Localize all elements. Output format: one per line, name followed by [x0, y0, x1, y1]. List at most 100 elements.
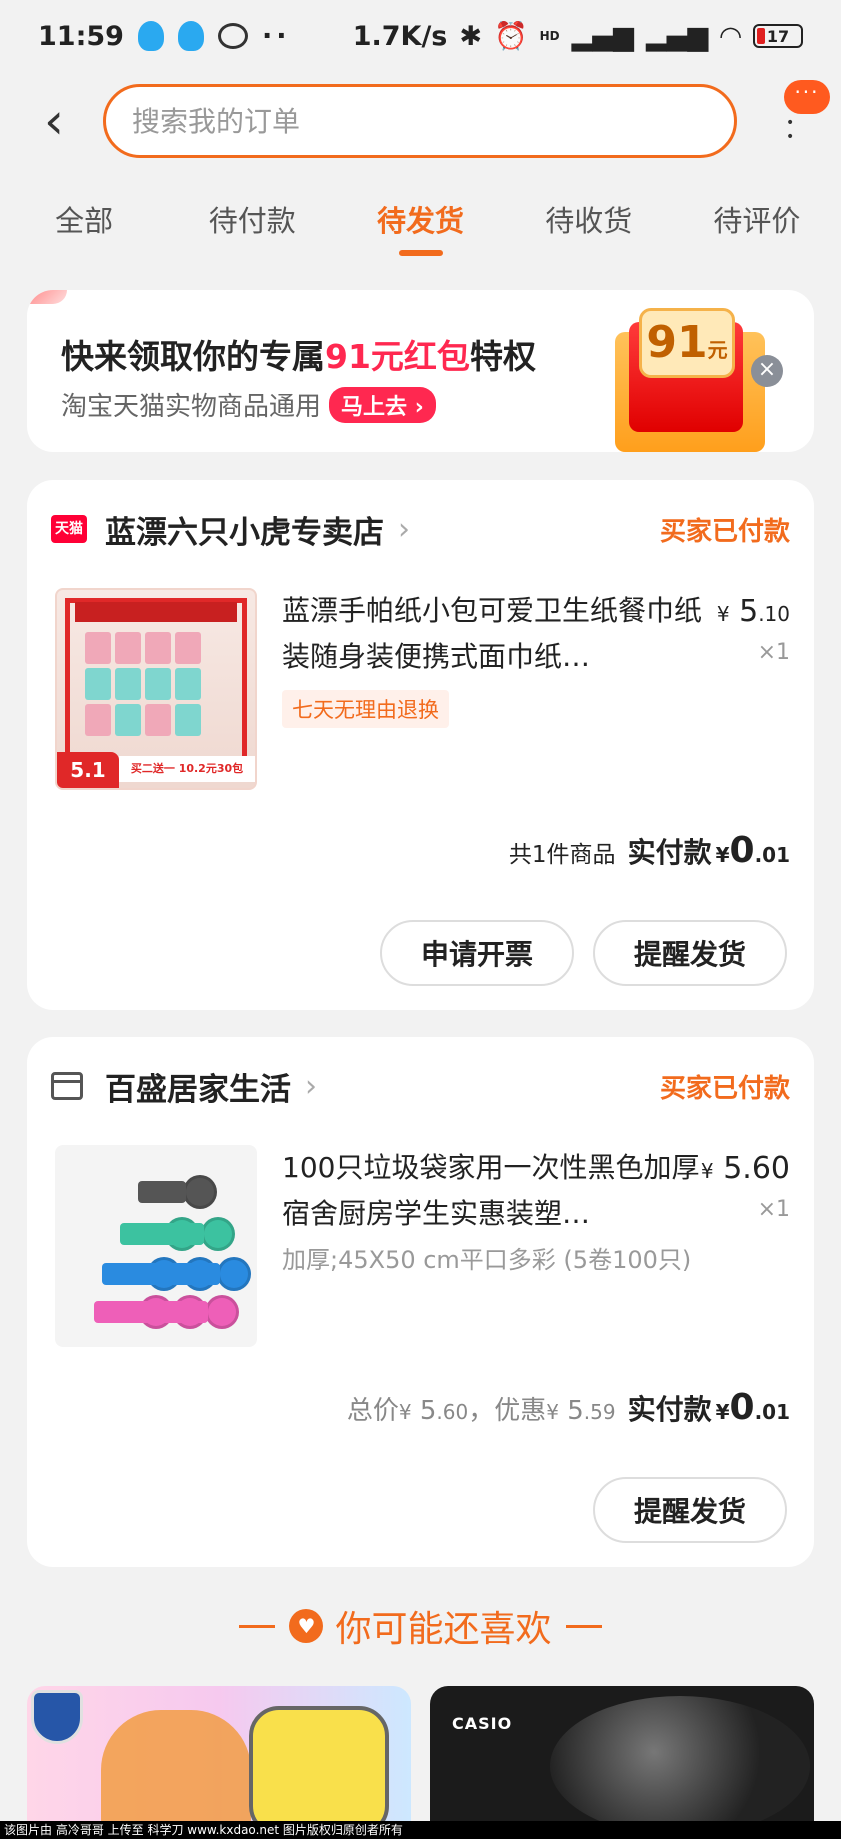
product-image[interactable]: [55, 1145, 257, 1347]
back-arrow-icon[interactable]: ‹: [30, 96, 78, 146]
recommend-item-card[interactable]: CASIO: [430, 1686, 814, 1828]
brand-logo: CASIO: [452, 1714, 513, 1733]
tab-all[interactable]: 全部: [0, 196, 168, 258]
close-icon[interactable]: ×: [751, 355, 783, 387]
discount-label: ，优惠: [468, 1396, 547, 1426]
order-card: 百盛居家生活 › 买家已付款 100只垃圾袋家用一次性黑色加厚宿舍厨房学生实惠装…: [27, 1037, 814, 1567]
treasure-chest-icon: 91元: [587, 302, 777, 452]
trash-bag-roll: [138, 1175, 217, 1209]
paid-decimal: .01: [754, 1400, 790, 1424]
watermark-footer: 该图片由 高冷哥哥 上传至 科学刀 www.kxdao.net 图片版权归原创者…: [0, 1821, 841, 1839]
tissue-pack: [145, 632, 171, 664]
price-integer: 5: [739, 594, 759, 629]
order-status: 买家已付款: [659, 516, 790, 547]
signal-icon: ▂▄▆: [571, 20, 634, 52]
request-invoice-button[interactable]: 申请开票: [380, 920, 574, 986]
product-spec: 加厚;45X50 cm平口多彩 (5卷100只): [282, 1246, 692, 1274]
search-input[interactable]: [132, 104, 708, 138]
promo-title-suffix: 特权: [469, 337, 536, 376]
shop-header[interactable]: 天猫 蓝漂六只小虎专卖店 › 买家已付款: [51, 504, 790, 554]
wifi-icon: ◠: [720, 20, 741, 52]
shop-header[interactable]: 百盛居家生活 › 买家已付款: [51, 1061, 790, 1111]
status-bar: 11:59 ·· 1.7K/s ✱ ⏰ HD ▂▄▆ ▂▄▆ ◠ 17: [0, 0, 841, 72]
shop-name[interactable]: 蓝漂六只小虎专卖店: [105, 507, 384, 552]
paid-decimal: .01: [754, 843, 790, 867]
brand-strip: [75, 602, 237, 622]
battery-level: 17: [766, 26, 790, 46]
header: ‹ ··· ••: [0, 80, 841, 164]
tissue-pack: [85, 668, 111, 700]
order-card: 天猫 蓝漂六只小虎专卖店 › 买家已付款 5.1 买二送一 10.2元30包 蓝…: [27, 480, 814, 1010]
product-quantity: ×1: [757, 640, 790, 665]
bluetooth-icon: ✱: [459, 20, 482, 52]
tissue-pack: [85, 704, 111, 736]
vertical-dots-icon: • •: [786, 115, 795, 145]
qq-icon: [137, 21, 164, 51]
order-tabs: 全部 待付款 待发货 待收货 待评价: [0, 196, 841, 258]
refund-policy-tag: 七天无理由退换: [282, 690, 449, 728]
paid-integer: 0: [729, 1387, 755, 1428]
remind-shipping-button[interactable]: 提醒发货: [593, 1477, 787, 1543]
order-summary: 总价 ¥ 5.60 ，优惠 ¥ 5.59 实付款 ¥0.01: [347, 1387, 790, 1428]
tissue-pack: [145, 668, 171, 700]
paid-amount: ¥0.01: [716, 1387, 790, 1428]
promo-title: 快来领取你的专属91元红包特权: [61, 330, 536, 378]
shop-badge-icon: [31, 1690, 83, 1744]
tab-pending-receipt[interactable]: 待收货: [505, 196, 673, 258]
tissue-pack: [115, 668, 141, 700]
price-decimal: .60: [742, 1151, 790, 1186]
paid-integer: 0: [729, 830, 755, 871]
red-packet-promo-card[interactable]: 快来领取你的专属91元红包特权 淘宝天猫实物商品通用 马上去 › 91元 ×: [27, 290, 814, 452]
product-title[interactable]: 100只垃圾袋家用一次性黑色加厚宿舍厨房学生实惠装塑…: [282, 1145, 722, 1237]
search-box[interactable]: [103, 84, 737, 158]
total-label: 总价: [346, 1396, 399, 1426]
currency-symbol: ¥: [716, 602, 730, 626]
promo-cta-button[interactable]: 马上去 ›: [329, 386, 436, 423]
chevron-right-icon: ›: [398, 511, 410, 547]
discount-integer: 5: [567, 1396, 584, 1426]
product-image[interactable]: 5.1 买二送一 10.2元30包: [55, 588, 257, 790]
discount-amount: ¥ 5.59: [546, 1396, 615, 1426]
tissue-pack: [85, 632, 111, 664]
product-quantity: ×1: [757, 1197, 790, 1222]
recommend-title: 你可能还喜欢: [335, 1609, 552, 1650]
tab-pending-review[interactable]: 待评价: [673, 196, 841, 258]
tissue-pack: [115, 704, 141, 736]
product-price: ¥ 5.60: [701, 1151, 790, 1186]
tissue-pack: [175, 668, 201, 700]
remind-shipping-button[interactable]: 提醒发货: [593, 920, 787, 986]
price-decimal: .10: [758, 602, 790, 626]
currency-symbol: ¥: [715, 1400, 730, 1424]
promo-title-prefix: 快来领取你的专属: [61, 337, 325, 376]
product-title[interactable]: 蓝漂手帕纸小包可爱卫生纸餐巾纸装随身装便携式面巾纸…: [282, 588, 722, 680]
recommend-header: ♥ 你可能还喜欢: [0, 1596, 841, 1656]
item-count: 共1件商品: [508, 842, 616, 868]
trash-bag-roll: [156, 1217, 235, 1251]
tab-pending-shipment[interactable]: 待发货: [336, 196, 504, 258]
divider-line: [239, 1624, 276, 1628]
paid-amount: ¥0.01: [716, 830, 790, 871]
tab-pending-payment[interactable]: 待付款: [168, 196, 336, 258]
promo-subtitle: 淘宝天猫实物商品通用: [61, 392, 322, 422]
trash-bag-roll: [172, 1257, 251, 1291]
paid-label: 实付款: [627, 1393, 712, 1426]
message-bubble-icon: ···: [784, 80, 830, 114]
total-amount: ¥ 5.60: [399, 1396, 468, 1426]
qq-icon: [177, 21, 204, 51]
tissue-pack: [145, 704, 171, 736]
store-icon: [51, 1072, 83, 1100]
product-image-figure: [249, 1706, 389, 1828]
hd-signal-icon: HD: [539, 29, 560, 43]
tmall-icon: 天猫: [51, 515, 87, 543]
order-status: 买家已付款: [659, 1073, 790, 1104]
clock: 11:59: [38, 20, 124, 52]
coupon-amount: 91元: [639, 308, 735, 378]
currency-symbol: ¥: [546, 1400, 559, 1424]
more-notifications-icon: ··: [261, 20, 291, 52]
currency-symbol: ¥: [700, 1159, 714, 1183]
promo-bar: 买二送一 10.2元30包: [119, 756, 255, 782]
shop-name[interactable]: 百盛居家生活: [105, 1064, 291, 1109]
heart-icon: ♥: [289, 1609, 324, 1643]
recommend-item-card[interactable]: [27, 1686, 411, 1828]
more-menu-button[interactable]: ··· • •: [772, 80, 832, 164]
